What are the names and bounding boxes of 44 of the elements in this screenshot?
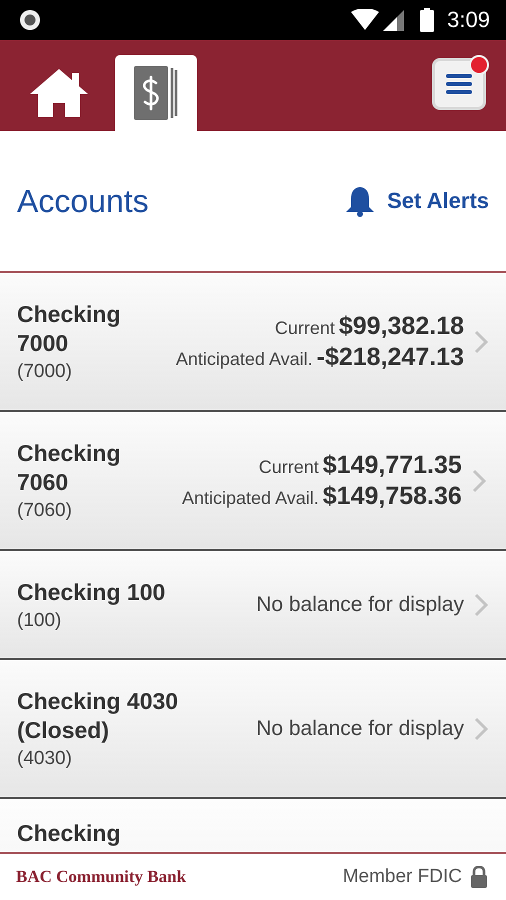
bank-name: BAC Community Bank <box>16 867 188 887</box>
set-alerts-button[interactable]: Set Alerts <box>345 185 489 217</box>
lock-icon <box>470 866 488 888</box>
signal-icon <box>383 9 406 31</box>
account-name: Checking 4030 (Closed) <box>17 687 180 745</box>
battery-icon <box>419 8 436 32</box>
menu-icon <box>446 72 472 94</box>
no-balance-message: No balance for display <box>255 592 464 616</box>
balance-label: Current <box>274 318 335 338</box>
menu-button[interactable] <box>432 58 486 110</box>
account-number: (100) <box>17 610 62 632</box>
account-number: (4030) <box>17 748 73 770</box>
balance-label: Current <box>258 456 319 478</box>
house-icon <box>28 67 90 119</box>
account-name: Checking 100 <box>17 578 166 606</box>
account-name: Checking 7000 <box>17 300 122 358</box>
account-row[interactable]: Checking 7060 (7060) Current $149,771.35 Anticipated Avail. $149,758.36 <box>0 412 506 551</box>
account-row[interactable]: Checking 100 (100) No balance for display <box>0 551 506 660</box>
bell-icon <box>345 185 376 217</box>
chevron-right-icon <box>472 468 486 492</box>
chevron-right-icon <box>474 716 488 740</box>
balance-amount: $99,382.18 <box>338 312 464 340</box>
balance-amount: $149,758.36 <box>322 482 462 510</box>
chevron-right-icon <box>474 330 488 354</box>
page-title: Accounts <box>17 182 150 220</box>
balance-amount: $149,771.35 <box>322 450 462 480</box>
account-row[interactable]: Checking 7000 (7000) Current $99,382.18 Anticipated Avail. -$218,247.13 <box>0 273 506 412</box>
balance-amount: -$218,247.13 <box>316 342 464 372</box>
accounts-tab[interactable] <box>115 55 197 131</box>
notification-circle-icon <box>18 8 42 32</box>
account-row[interactable]: Checking 4030 (Closed) (4030) No balance for display <box>0 660 506 799</box>
no-balance-message: No balance for display <box>255 716 464 740</box>
balance-label: Anticipated Avail. <box>176 348 313 370</box>
wifi-icon <box>351 9 380 31</box>
balance-label: Anticipated Avail. <box>182 488 319 508</box>
account-number: (7000) <box>17 361 73 383</box>
chevron-right-icon <box>474 592 488 616</box>
account-number: (7060) <box>17 500 73 522</box>
account-name: Checking <box>17 819 122 848</box>
account-name: Checking 7060 <box>17 439 122 497</box>
member-fdic: Member FDIC <box>342 866 462 888</box>
notification-dot <box>469 54 489 74</box>
clock-time: 3:09 <box>447 7 490 33</box>
dollar-bills-icon <box>132 64 180 122</box>
